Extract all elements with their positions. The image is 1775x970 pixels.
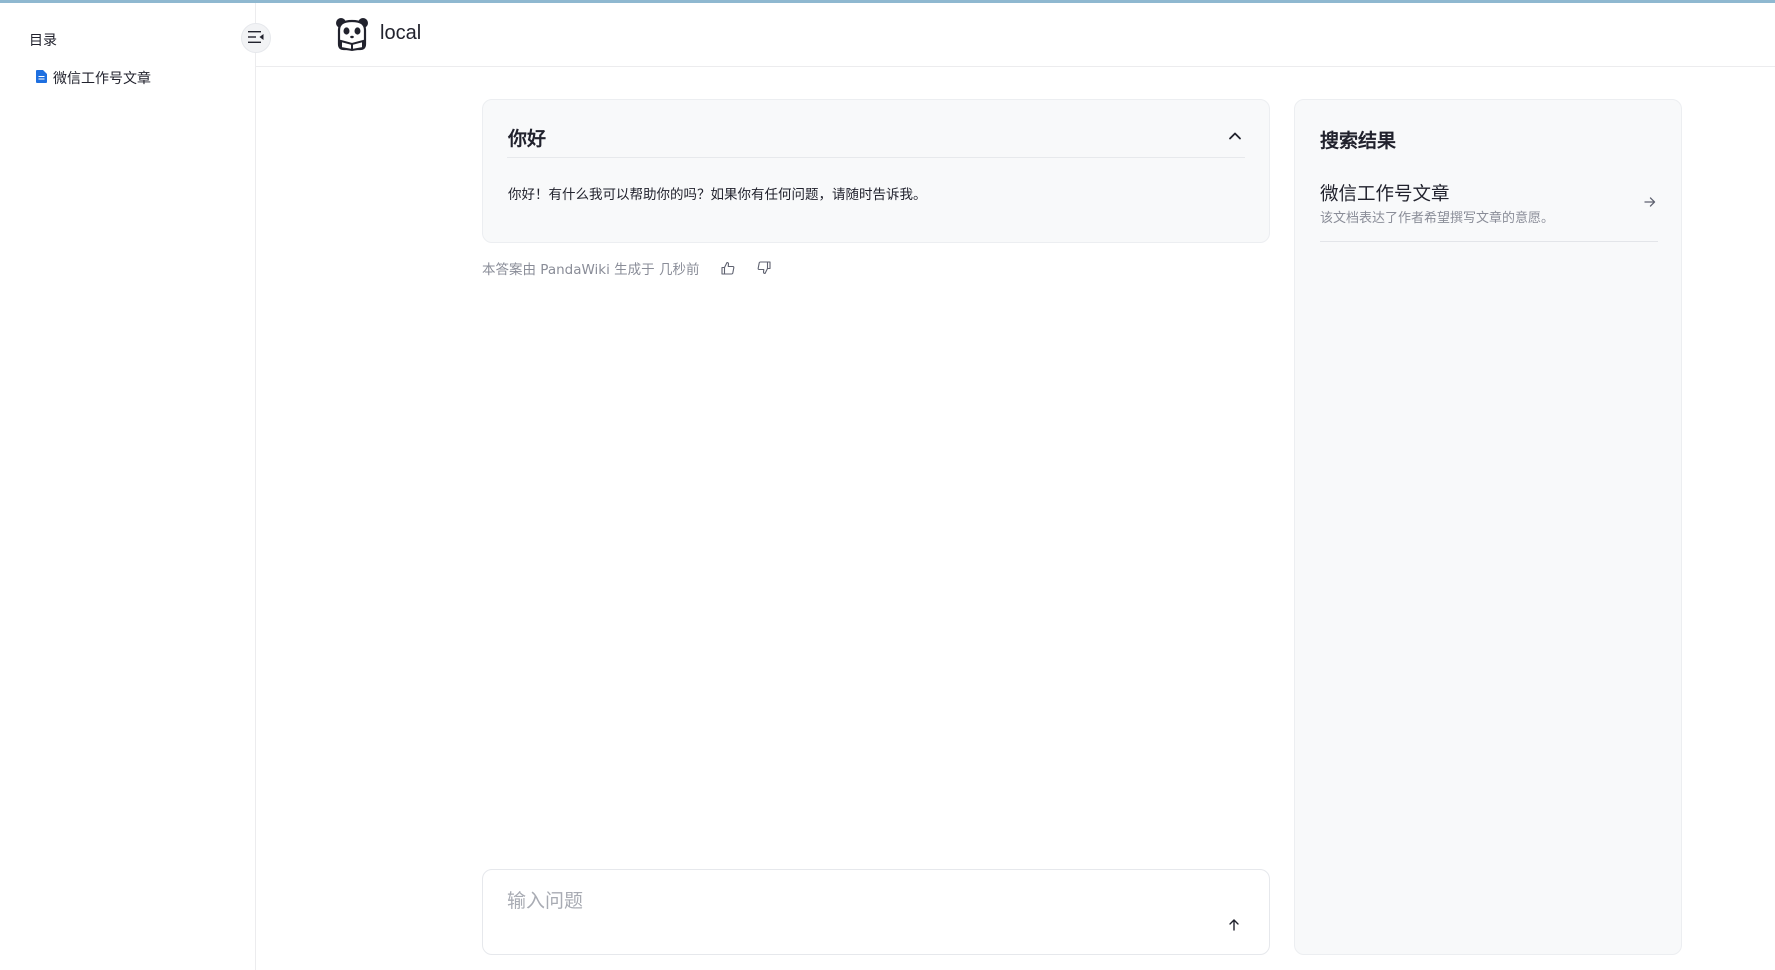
answer-meta: 本答案由 PandaWiki 生成于 几秒前 — [482, 258, 773, 278]
answer-card: 你好 你好！有什么我可以帮助你的吗？如果你有任何问题，请随时告诉我。 — [482, 99, 1270, 243]
top-header: local — [256, 3, 1775, 67]
sidebar-item-doc[interactable]: 微信工作号文章 — [36, 67, 151, 89]
search-result-name: 微信工作号文章 — [1320, 184, 1450, 205]
search-results-title: 搜索结果 — [1320, 130, 1397, 152]
arrow-right-icon — [1642, 194, 1658, 210]
search-result-item[interactable]: 微信工作号文章 该文档表达了作者希望撰写文章的意愿。 — [1320, 180, 1658, 242]
question-input[interactable] — [507, 886, 1207, 918]
toc-title: 目录 — [29, 33, 57, 49]
search-result-desc: 该文档表达了作者希望撰写文章的意愿。 — [1320, 211, 1555, 226]
answer-meta-text: 本答案由 PandaWiki 生成于 几秒前 — [482, 262, 700, 278]
menu-collapse-icon — [248, 29, 264, 48]
card-divider — [507, 157, 1245, 158]
panda-logo-icon[interactable] — [334, 16, 370, 52]
thumbs-down-icon[interactable] — [755, 259, 773, 277]
sidebar-item-label: 微信工作号文章 — [53, 71, 151, 87]
search-results-panel: 搜索结果 微信工作号文章 该文档表达了作者希望撰写文章的意愿。 — [1294, 99, 1682, 955]
question-input-box — [482, 869, 1270, 955]
send-arrow-up-icon[interactable] — [1225, 916, 1243, 934]
collapse-sidebar-button[interactable] — [241, 23, 271, 53]
question-title: 你好 — [508, 128, 547, 150]
document-icon — [36, 69, 47, 87]
answer-text: 你好！有什么我可以帮助你的吗？如果你有任何问题，请随时告诉我。 — [508, 187, 927, 203]
sidebar: 目录 微信工作号文章 — [0, 3, 256, 970]
chevron-up-icon[interactable] — [1225, 126, 1245, 146]
site-name[interactable]: local — [380, 22, 421, 45]
thumbs-up-icon[interactable] — [719, 259, 737, 277]
